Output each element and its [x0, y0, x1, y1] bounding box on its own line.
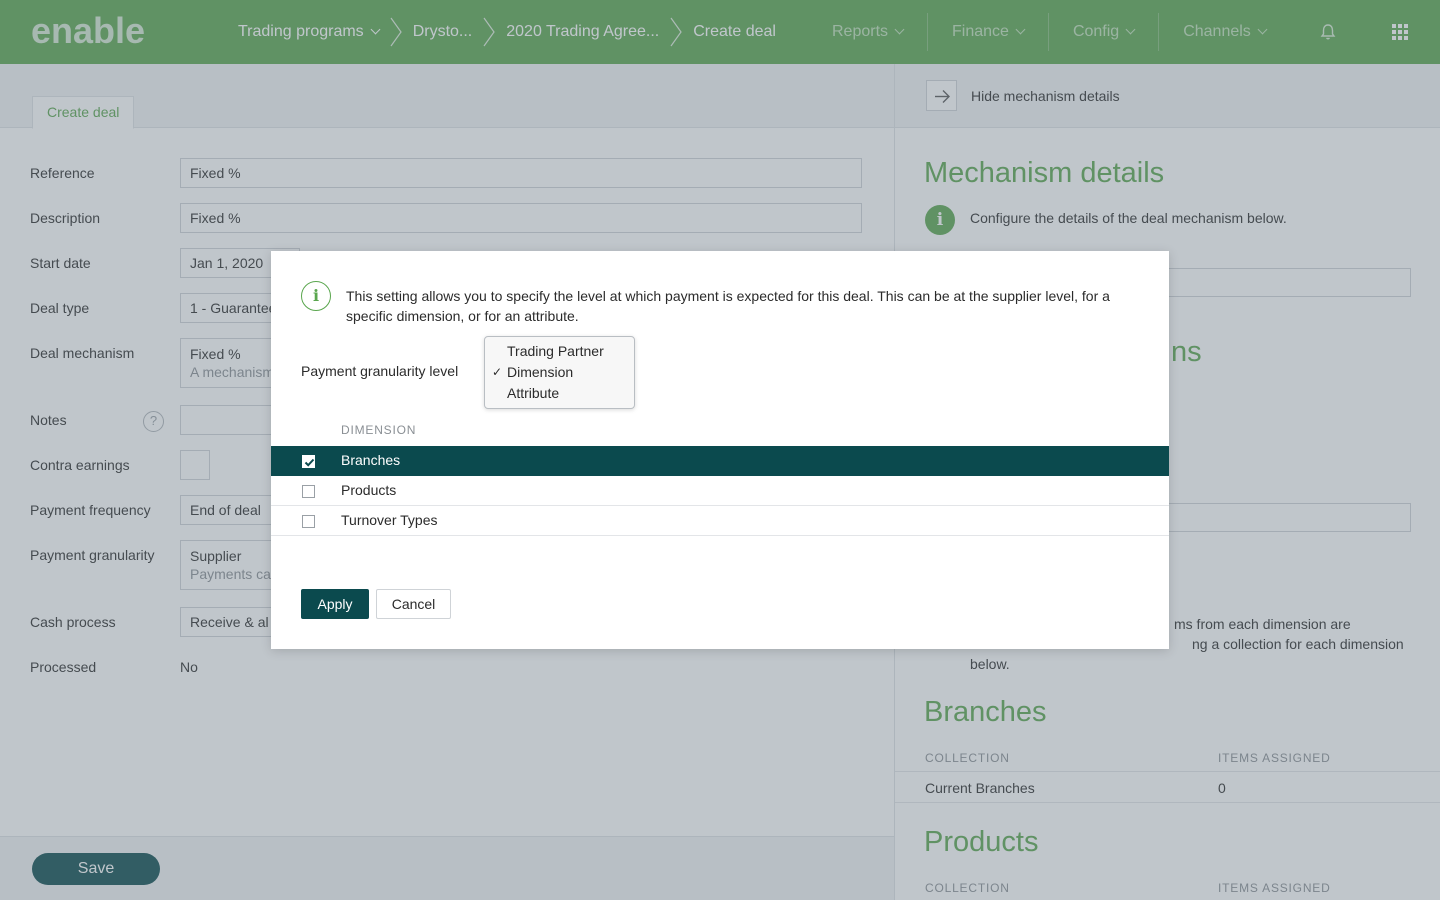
granularity-level-dropdown[interactable]: Trading Partner ✓ Dimension Attribute [484, 336, 635, 409]
dimension-column-header: DIMENSION [341, 423, 417, 437]
checkbox-checked[interactable] [302, 455, 315, 468]
option-trading-partner[interactable]: Trading Partner [485, 341, 634, 362]
option-dimension[interactable]: ✓ Dimension [485, 362, 634, 383]
payment-granularity-dialog: i This setting allows you to specify the… [271, 251, 1169, 649]
option-attribute[interactable]: Attribute [485, 383, 634, 404]
dimension-row-products[interactable]: Products [271, 476, 1169, 506]
dimension-row-turnover-types[interactable]: Turnover Types [271, 506, 1169, 536]
checkbox[interactable] [302, 515, 315, 528]
dimension-row-branches[interactable]: Branches [271, 446, 1169, 476]
checkmark-icon: ✓ [492, 365, 503, 379]
dialog-info-text: This setting allows you to specify the l… [346, 288, 1110, 324]
cancel-button[interactable]: Cancel [376, 589, 451, 619]
granularity-level-label: Payment granularity level [301, 363, 459, 379]
checkbox[interactable] [302, 485, 315, 498]
checkmark-icon [304, 458, 315, 467]
info-icon: i [301, 281, 331, 311]
apply-button[interactable]: Apply [301, 589, 369, 619]
